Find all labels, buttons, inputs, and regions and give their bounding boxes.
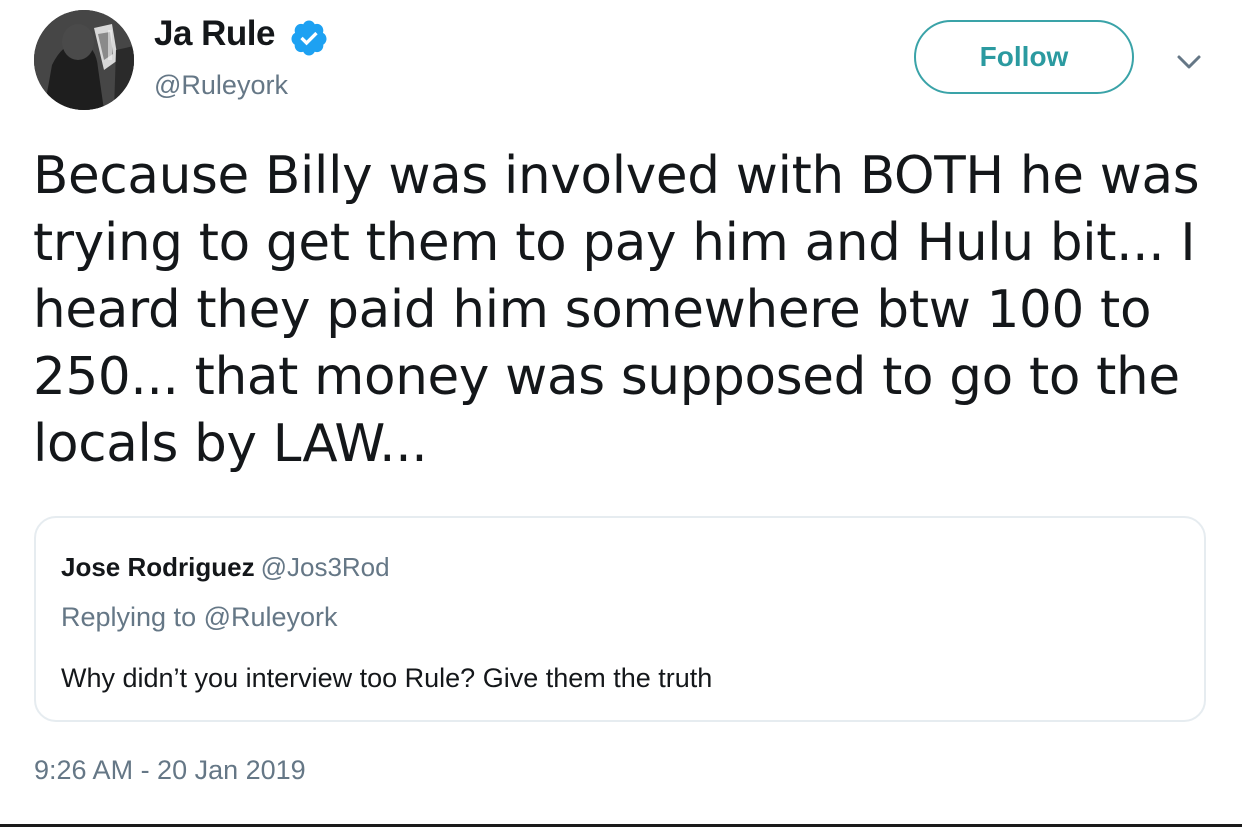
verified-badge-icon	[291, 20, 327, 56]
tweet-text: Because Billy was involved with BOTH he …	[33, 146, 1200, 474]
author-handle[interactable]: @Ruleyork	[154, 70, 288, 101]
quoted-replying-to: Replying to @Ruleyork	[61, 602, 338, 632]
chevron-down-icon[interactable]	[1174, 50, 1204, 74]
quoted-handle: @Jos3Rod	[260, 552, 390, 582]
quoted-tweet-header: Jose Rodriguez @Jos3Rod	[61, 552, 390, 583]
follow-button[interactable]: Follow	[914, 20, 1134, 94]
quoted-tweet-text: Why didn’t you interview too Rule? Give …	[61, 663, 713, 693]
author-avatar[interactable]	[34, 10, 134, 110]
avatar-photo-icon	[34, 10, 134, 110]
quoted-tweet[interactable]: Jose Rodriguez @Jos3Rod Replying to @Rule…	[34, 516, 1206, 722]
tweet-timestamp[interactable]: 9:26 AM - 20 Jan 2019	[34, 755, 306, 786]
author-display-name[interactable]: Ja Rule	[154, 14, 276, 54]
quoted-display-name: Jose Rodriguez	[61, 552, 255, 582]
